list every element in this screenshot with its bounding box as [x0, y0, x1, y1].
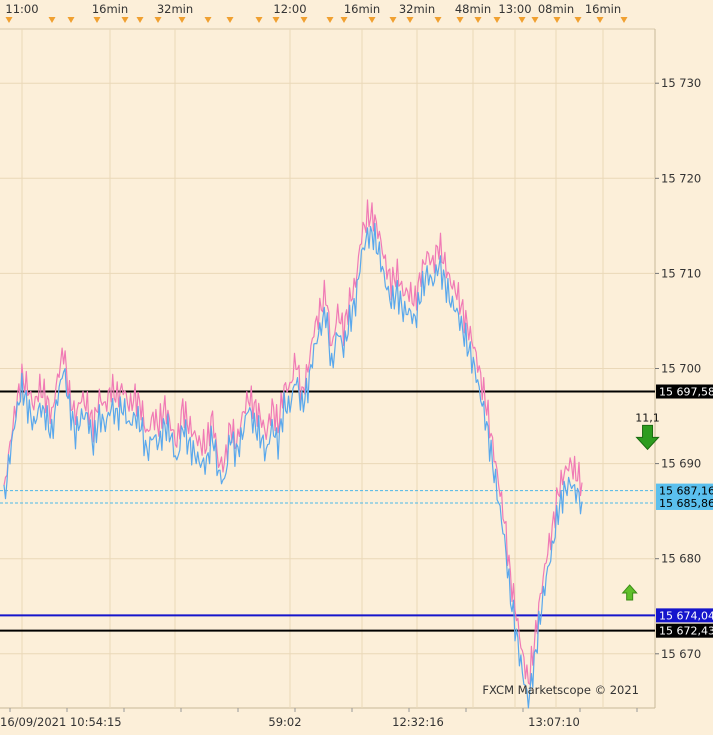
top-time-label: 48min	[455, 2, 491, 16]
y-tick-label: 15 670	[661, 647, 701, 661]
top-time-label: 16min	[344, 2, 380, 16]
top-time-label: 13:00	[498, 2, 531, 16]
top-time-label: 08min	[538, 2, 574, 16]
level-label: 15 697,58	[659, 386, 713, 399]
y-tick-label: 15 690	[661, 457, 701, 471]
level-label: 15 672,43	[659, 625, 713, 638]
top-time-label: 32min	[157, 2, 193, 16]
bottom-time-label: 12:32:16	[392, 715, 444, 729]
top-time-label: 12:00	[273, 2, 306, 16]
top-time-label: 16min	[92, 2, 128, 16]
bottom-time-label: 16/09/2021 10:54:15	[0, 715, 122, 729]
top-time-label: 11:00	[5, 2, 38, 16]
bottom-time-label: 13:07:10	[528, 715, 580, 729]
plot-background	[0, 0, 713, 735]
y-tick-label: 15 710	[661, 266, 701, 280]
y-tick-label: 15 680	[661, 552, 701, 566]
y-tick-label: 15 730	[661, 76, 701, 90]
price-chart[interactable]: 11:00 16min 32min 12:00 16min 32min 48min 13:00…	[0, 0, 713, 735]
watermark: FXCM Marketscope © 2021	[482, 683, 639, 697]
bottom-time-label: 59:02	[268, 715, 301, 729]
level-label: 15 687,16	[659, 485, 713, 498]
top-time-label: 16min	[585, 2, 621, 16]
level-label: 15 674,04	[659, 609, 713, 622]
y-tick-label: 15 720	[661, 171, 701, 185]
top-time-label: 32min	[399, 2, 435, 16]
y-tick-label: 15 700	[661, 362, 701, 376]
level-label: 15 685,86	[659, 497, 713, 510]
signal-label: 11,1	[635, 411, 660, 424]
